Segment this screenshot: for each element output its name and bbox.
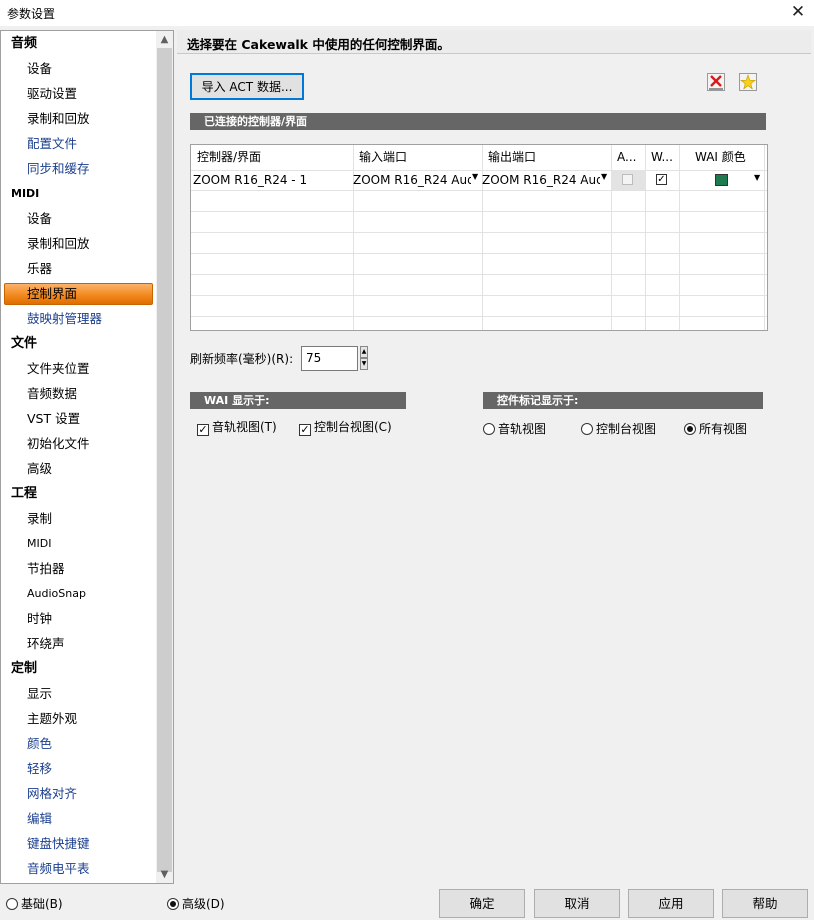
sidebar-item-project-midi[interactable]: MIDI [27, 532, 51, 556]
column-header-output-port[interactable]: 输出端口 [482, 145, 611, 170]
sidebar-item-colors[interactable]: 颜色 [27, 732, 52, 756]
radio-button-selected[interactable] [684, 423, 696, 435]
controller-name-cell[interactable]: ZOOM R16_R24 - 1 [193, 170, 351, 190]
sidebar-item-keyboard-shortcuts[interactable]: 键盘快捷键 [27, 832, 90, 856]
refresh-frequency-label: 刷新频率(毫秒)(R): [190, 352, 294, 366]
markers-display-section: 控件标记显示于: [483, 392, 763, 409]
output-port-cell[interactable]: ZOOM R16_R24 Aud [482, 170, 600, 190]
category-sidebar: 音频 设备 驱动设置 录制和回放 配置文件 同步和缓存 MIDI 设备 录制和回… [0, 30, 174, 884]
sidebar-item-config-file[interactable]: 配置文件 [27, 132, 77, 156]
refresh-frequency-spinner[interactable]: ▲ ▼ [360, 346, 368, 371]
sidebar-item-clock[interactable]: 时钟 [27, 607, 52, 631]
sidebar-item-control-surfaces[interactable]: 控制界面 [27, 282, 77, 306]
input-port-cell[interactable]: ZOOM R16_R24 Aud [353, 170, 471, 190]
column-header-controller[interactable]: 控制器/界面 [191, 145, 353, 170]
control-surfaces-panel: 选择要在 Cakewalk 中使用的任何控制界面。 导入 ACT 数据... 已… [177, 30, 811, 884]
sidebar-item-audio-data[interactable]: 音频数据 [27, 382, 77, 406]
sidebar-item-surround[interactable]: 环绕声 [27, 632, 65, 656]
wai-display-section: WAI 显示于: [190, 392, 406, 409]
radio-button-selected[interactable] [167, 898, 179, 910]
checkbox-box[interactable]: ✓ [197, 424, 209, 436]
wai-console-view-checkbox[interactable]: ✓ 控制台视图(C) [299, 419, 392, 436]
wai-enabled-checkbox[interactable]: ✓ [656, 174, 667, 185]
sidebar-category-file[interactable]: 文件 [11, 332, 37, 356]
cancel-button[interactable]: 取消 [534, 889, 620, 918]
ok-button[interactable]: 确定 [439, 889, 525, 918]
input-port-dropdown-icon[interactable]: ▼ [472, 170, 478, 184]
refresh-frequency-input[interactable]: 75 [301, 346, 358, 371]
controllers-grid: 控制器/界面 输入端口 输出端口 A... W... WAI 颜色 ZOOM R… [190, 144, 768, 331]
sidebar-item-drum-map-manager[interactable]: 鼓映射管理器 [27, 307, 102, 331]
column-header-act[interactable]: A... [611, 145, 645, 170]
radio-button[interactable] [483, 423, 495, 435]
markers-all-views-radio[interactable]: 所有视图 [684, 421, 747, 437]
column-header-wai-color[interactable]: WAI 颜色 [679, 145, 767, 170]
scroll-up-icon[interactable]: ▲ [156, 31, 173, 48]
sidebar-item-folder-locations[interactable]: 文件夹位置 [27, 357, 90, 381]
sidebar-item-vst-settings[interactable]: VST 设置 [27, 407, 80, 431]
mode-basic-radio[interactable]: 基础(B) [6, 896, 63, 912]
checkbox-box[interactable]: ✓ [299, 424, 311, 436]
radio-button[interactable] [6, 898, 18, 910]
spinner-down-icon[interactable]: ▼ [360, 358, 368, 370]
sidebar-category-project[interactable]: 工程 [11, 482, 37, 506]
wai-track-view-checkbox[interactable]: ✓ 音轨视图(T) [197, 419, 277, 436]
sidebar-item-metronome[interactable]: 节拍器 [27, 557, 65, 581]
wai-color-dropdown-icon[interactable]: ▼ [754, 171, 760, 185]
radio-button[interactable] [581, 423, 593, 435]
sidebar-item-instruments[interactable]: 乐器 [27, 257, 52, 281]
sidebar-item-driver-settings[interactable]: 驱动设置 [27, 82, 77, 106]
sidebar-item-advanced[interactable]: 高级 [27, 457, 52, 481]
sidebar-item-editing[interactable]: 编辑 [27, 807, 52, 831]
markers-track-view-radio[interactable]: 音轨视图 [483, 421, 546, 437]
sidebar-item-themes[interactable]: 主题外观 [27, 707, 77, 731]
mode-advanced-radio[interactable]: 高级(D) [167, 896, 225, 912]
sidebar-item-audiosnap[interactable]: AudioSnap [27, 582, 86, 606]
scrollbar-thumb[interactable] [157, 48, 172, 872]
sidebar-item-midi-record-playback[interactable]: 录制和回放 [27, 232, 90, 256]
markers-console-view-radio[interactable]: 控制台视图 [581, 421, 656, 437]
close-icon[interactable]: ✕ [788, 2, 808, 22]
connected-controllers-section: 已连接的控制器/界面 [190, 113, 766, 130]
sidebar-item-sync-caching[interactable]: 同步和缓存 [27, 157, 90, 181]
wai-color-swatch[interactable] [715, 174, 728, 186]
import-act-data-button[interactable]: 导入 ACT 数据... [190, 73, 304, 100]
sidebar-item-display[interactable]: 显示 [27, 682, 52, 706]
title-bar: 参数设置 ✕ [0, 0, 814, 26]
sidebar-scrollbar[interactable]: ▲ ▼ [156, 31, 173, 883]
column-header-input-port[interactable]: 输入端口 [353, 145, 482, 170]
panel-description: 选择要在 Cakewalk 中使用的任何控制界面。 [187, 37, 450, 52]
sidebar-category-audio[interactable]: 音频 [11, 32, 37, 56]
sidebar-item-audio-record-playback[interactable]: 录制和回放 [27, 107, 90, 131]
sidebar-item-audio-devices[interactable]: 设备 [27, 57, 52, 81]
sidebar-item-initialization-file[interactable]: 初始化文件 [27, 432, 90, 456]
act-enabled-checkbox [622, 174, 633, 185]
apply-button[interactable]: 应用 [628, 889, 714, 918]
scroll-down-icon[interactable]: ▼ [156, 866, 173, 883]
sidebar-category-customization[interactable]: 定制 [11, 657, 37, 681]
sidebar-category-midi[interactable]: MIDI [11, 182, 39, 206]
sidebar-item-nudge[interactable]: 轻移 [27, 757, 52, 781]
sidebar-item-snap-to-grid[interactable]: 网格对齐 [27, 782, 77, 806]
panel-header: 选择要在 Cakewalk 中使用的任何控制界面。 [177, 30, 811, 54]
output-port-dropdown-icon[interactable]: ▼ [601, 170, 607, 184]
column-header-wai[interactable]: W... [645, 145, 679, 170]
sidebar-item-midi-devices[interactable]: 设备 [27, 207, 52, 231]
sidebar-item-audio-meters[interactable]: 音频电平表 [27, 857, 90, 881]
dialog-footer: 基础(B) 高级(D) 确定 取消 应用 帮助 [0, 884, 814, 920]
spinner-up-icon[interactable]: ▲ [360, 346, 368, 358]
add-controller-icon[interactable] [739, 73, 757, 91]
delete-controller-icon[interactable] [707, 73, 725, 91]
window-title: 参数设置 [7, 7, 56, 21]
help-button[interactable]: 帮助 [722, 889, 808, 918]
sidebar-item-record[interactable]: 录制 [27, 507, 52, 531]
